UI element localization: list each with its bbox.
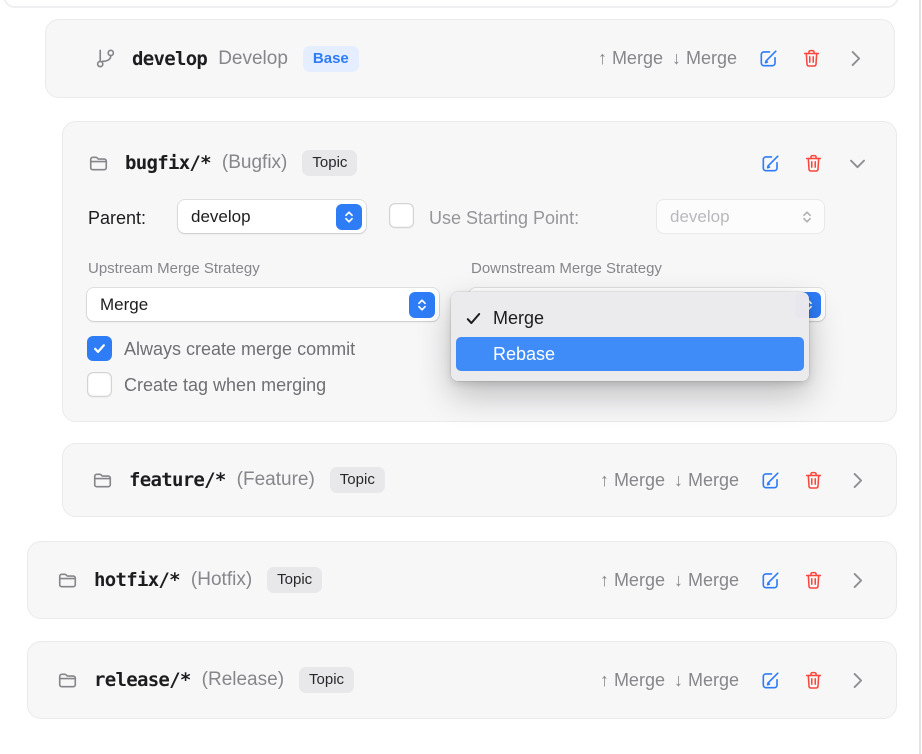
downstream-merge-summary: ↓ Merge: [672, 48, 737, 69]
git-branch-icon: [94, 47, 117, 70]
branch-display-name: Develop: [218, 48, 288, 70]
menu-item-rebase[interactable]: Rebase: [456, 337, 804, 371]
upstream-merge-summary: ↑ Merge: [600, 670, 665, 691]
folder-icon: [91, 469, 114, 492]
branch-row-develop: develop Develop Base ↑ Merge ↓ Merge: [45, 19, 895, 98]
merge-strategy-summary: ↑ Merge ↓ Merge: [598, 48, 737, 69]
topic-badge: Topic: [299, 667, 354, 693]
folder-icon: [87, 152, 110, 175]
panel-right-border: [919, 0, 921, 754]
downstream-merge-summary: ↓ Merge: [674, 670, 739, 691]
branch-display-name: (Bugfix): [222, 152, 287, 174]
branch-display-name: (Hotfix): [191, 569, 252, 591]
chevron-right-icon[interactable]: [846, 469, 869, 492]
edit-branch-icon[interactable]: [759, 669, 782, 692]
edit-branch-icon[interactable]: [759, 152, 782, 175]
use-starting-point-checkbox[interactable]: [389, 203, 414, 228]
checkmark-icon: [465, 310, 493, 327]
branch-display-name: (Feature): [237, 469, 315, 491]
branch-row-release: release/* (Release) Topic ↑ Merge ↓ Merg…: [27, 641, 897, 719]
menu-item-merge[interactable]: Merge: [451, 302, 809, 335]
chevron-right-icon[interactable]: [846, 569, 869, 592]
downstream-strategy-label: Downstream Merge Strategy: [471, 260, 662, 277]
downstream-merge-summary: ↓ Merge: [674, 570, 739, 591]
folder-icon: [56, 569, 79, 592]
delete-branch-icon[interactable]: [802, 669, 825, 692]
upstream-strategy-select[interactable]: Merge: [87, 288, 439, 321]
menu-item-label: Rebase: [493, 344, 555, 365]
starting-point-select-value: develop: [670, 207, 730, 227]
topic-badge: Topic: [302, 150, 357, 176]
folder-icon: [56, 669, 79, 692]
delete-branch-icon[interactable]: [800, 47, 823, 70]
merge-strategy-summary: ↑ Merge ↓ Merge: [600, 470, 739, 491]
upstream-merge-summary: ↑ Merge: [598, 48, 663, 69]
create-tag-checkbox[interactable]: [87, 372, 112, 397]
parent-label: Parent:: [88, 208, 146, 229]
branch-name: release/*: [94, 669, 191, 691]
popup-chevrons-icon: [794, 204, 820, 230]
chevron-right-icon[interactable]: [844, 47, 867, 70]
edit-branch-icon[interactable]: [759, 469, 782, 492]
starting-point-select[interactable]: develop: [657, 200, 824, 233]
edit-branch-icon[interactable]: [757, 47, 780, 70]
delete-branch-icon[interactable]: [802, 469, 825, 492]
base-badge: Base: [303, 46, 359, 72]
branch-row-feature: feature/* (Feature) Topic ↑ Merge ↓ Merg…: [62, 443, 897, 517]
popup-chevrons-icon: [409, 292, 435, 318]
branch-name: hotfix/*: [94, 569, 180, 591]
topic-badge: Topic: [267, 567, 322, 593]
chevron-down-icon[interactable]: [846, 152, 869, 175]
topic-badge: Topic: [330, 467, 385, 493]
branch-name: feature/*: [129, 469, 226, 491]
downstream-merge-summary: ↓ Merge: [674, 470, 739, 491]
merge-strategy-summary: ↑ Merge ↓ Merge: [600, 570, 739, 591]
edit-branch-icon[interactable]: [759, 569, 782, 592]
upstream-strategy-value: Merge: [100, 295, 148, 315]
branch-display-name: (Release): [202, 669, 284, 691]
always-merge-commit-label: Always create merge commit: [124, 339, 355, 360]
upstream-merge-summary: ↑ Merge: [600, 470, 665, 491]
menu-item-label: Merge: [493, 308, 544, 329]
branch-card-bugfix-expanded: bugfix/* (Bugfix) Topic Parent: develop …: [62, 121, 897, 422]
branch-name: bugfix/*: [125, 152, 211, 174]
branch-name: develop: [132, 48, 207, 70]
chevron-right-icon[interactable]: [846, 669, 869, 692]
merge-strategy-summary: ↑ Merge ↓ Merge: [600, 670, 739, 691]
parent-select-value: develop: [191, 207, 251, 227]
branch-settings-panel: develop Develop Base ↑ Merge ↓ Merge bug: [0, 0, 922, 754]
previous-card-edge: [3, 0, 899, 8]
upstream-strategy-label: Upstream Merge Strategy: [88, 260, 260, 277]
branch-row-hotfix: hotfix/* (Hotfix) Topic ↑ Merge ↓ Merge: [27, 541, 897, 619]
delete-branch-icon[interactable]: [802, 152, 825, 175]
upstream-merge-summary: ↑ Merge: [600, 570, 665, 591]
strategy-dropdown-menu: Merge Rebase: [451, 292, 809, 381]
create-tag-label: Create tag when merging: [124, 375, 326, 396]
parent-select[interactable]: develop: [178, 200, 366, 233]
always-merge-commit-checkbox[interactable]: [87, 336, 112, 361]
use-starting-point-label: Use Starting Point:: [429, 208, 579, 229]
popup-chevrons-icon: [336, 204, 362, 230]
checkmark-placeholder: [465, 346, 493, 363]
delete-branch-icon[interactable]: [802, 569, 825, 592]
